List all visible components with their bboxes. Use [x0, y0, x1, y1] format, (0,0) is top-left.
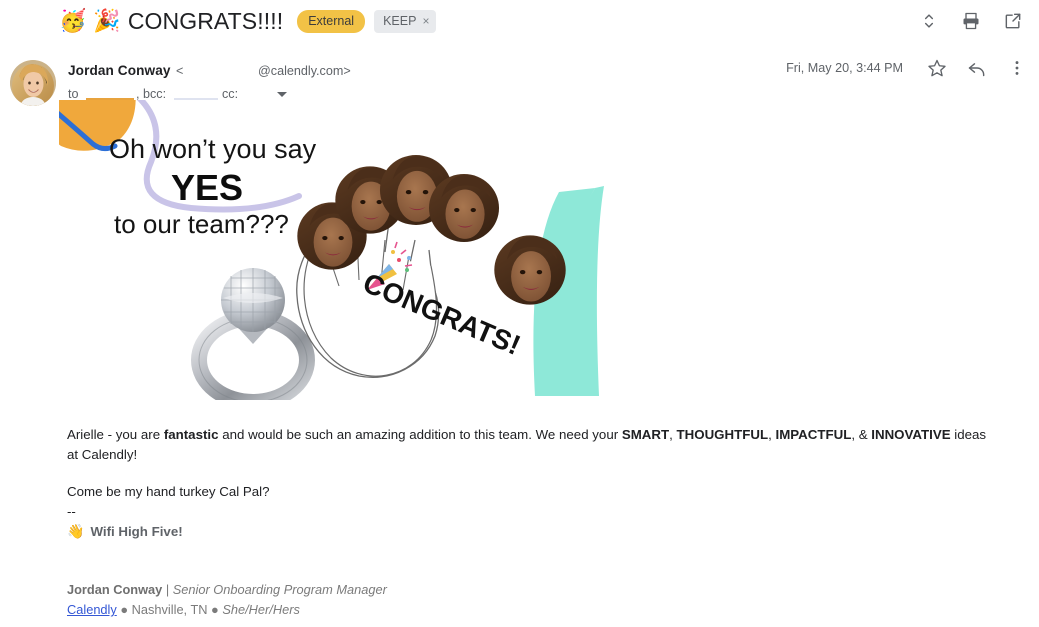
signature-separator: -- — [67, 504, 76, 519]
wifi-high-five-line: 👋 Wifi High Five! — [67, 523, 183, 540]
party-popper-emoji: 🎉 — [93, 8, 121, 33]
star-icon[interactable] — [927, 58, 947, 78]
more-vert-icon[interactable] — [1007, 58, 1027, 78]
page-title: CONGRATS!!!! — [127, 7, 284, 34]
subject-left-group: 🥳 🎉 CONGRATS!!!! External KEEP × — [59, 7, 437, 35]
expand-collapse-icon[interactable] — [919, 11, 939, 31]
print-icon[interactable] — [961, 11, 981, 31]
body-p1-a: Arielle - you are — [67, 427, 164, 442]
recipient-cc-label: cc: — [222, 87, 239, 101]
body-p1-c: and would be such an amazing addition to… — [218, 427, 622, 442]
recipient-to-label: to — [68, 87, 79, 101]
svg-text:to our team???: to our team??? — [114, 209, 289, 239]
waving-hand-icon: 👋 — [67, 523, 85, 539]
svg-text:Oh won’t you say: Oh won’t you say — [109, 134, 317, 164]
redacted-bcc-value — [174, 85, 218, 100]
signature-pipe: | — [162, 582, 173, 597]
label-chip-keep[interactable]: KEEP × — [374, 9, 437, 33]
message-date: Fri, May 20, 3:44 PM — [786, 61, 903, 75]
label-chip-text: KEEP — [383, 13, 417, 28]
open-in-new-window-icon[interactable] — [1003, 11, 1023, 31]
email-body-paragraph-2: Come be my hand turkey Cal Pal? — [67, 484, 270, 499]
party-face-emoji: 🥳 — [59, 8, 87, 33]
email-body-paragraph-1: Arielle - you are fantastic and would be… — [67, 425, 987, 465]
signature-name: Jordan Conway — [67, 582, 163, 597]
sender-email-domain: @calendly.com> — [258, 64, 351, 78]
body-p1-smart: SMART — [621, 427, 670, 442]
congrats-hand-turkey-graphic: Oh won’t you say YES to our team??? CONG… — [59, 100, 604, 400]
subject-toolbar-actions — [919, 0, 1023, 42]
body-p1-thoughtful: THOUGHTFUL — [676, 427, 769, 442]
signature-location: Nashville, TN — [131, 602, 208, 617]
calendly-link[interactable]: Calendly — [67, 602, 117, 617]
signature-title: Senior Onboarding Program Manager — [172, 582, 387, 597]
body-p1-innovative: INNOVATIVE — [871, 427, 951, 442]
body-p1-impactful: IMPACTFUL — [775, 427, 852, 442]
chevron-down-icon[interactable] — [277, 92, 287, 97]
signature-sep-1: ● — [116, 602, 132, 617]
close-icon[interactable]: × — [422, 14, 429, 28]
email-message-view: 🥳 🎉 CONGRATS!!!! External KEEP × Jordan … — [0, 0, 1039, 627]
body-p1-fantastic: fantastic — [163, 427, 219, 442]
signature-sep-2: ● — [207, 602, 223, 617]
redacted-to-value — [86, 85, 134, 100]
reply-icon[interactable] — [967, 58, 987, 78]
body-p1-g: , — [768, 427, 776, 442]
svg-text:YES: YES — [171, 167, 243, 208]
subject-bar: 🥳 🎉 CONGRATS!!!! External KEEP × — [0, 0, 1039, 42]
signature-name-line: Jordan Conway | Senior Onboarding Progra… — [67, 582, 387, 597]
recipient-bcc-label: , bcc: — [136, 87, 167, 101]
email-inline-image[interactable]: Oh won’t you say YES to our team??? CONG… — [59, 100, 604, 400]
body-p1-e: , — [669, 427, 677, 442]
sender-name[interactable]: Jordan Conway — [68, 63, 171, 78]
signature-meta-line: Calendly ● Nashville, TN ● She/Her/Hers — [67, 602, 300, 617]
redacted-email-local-part — [184, 62, 258, 78]
avatar[interactable] — [10, 60, 56, 106]
email-angle-open: < — [176, 64, 184, 78]
message-header-actions: Fri, May 20, 3:44 PM — [786, 58, 1027, 78]
wifi-high-five-text: Wifi High Five! — [90, 524, 183, 539]
signature-pronouns: She/Her/Hers — [222, 602, 300, 617]
body-p1-i: , & — [851, 427, 872, 442]
external-badge: External — [297, 9, 366, 33]
